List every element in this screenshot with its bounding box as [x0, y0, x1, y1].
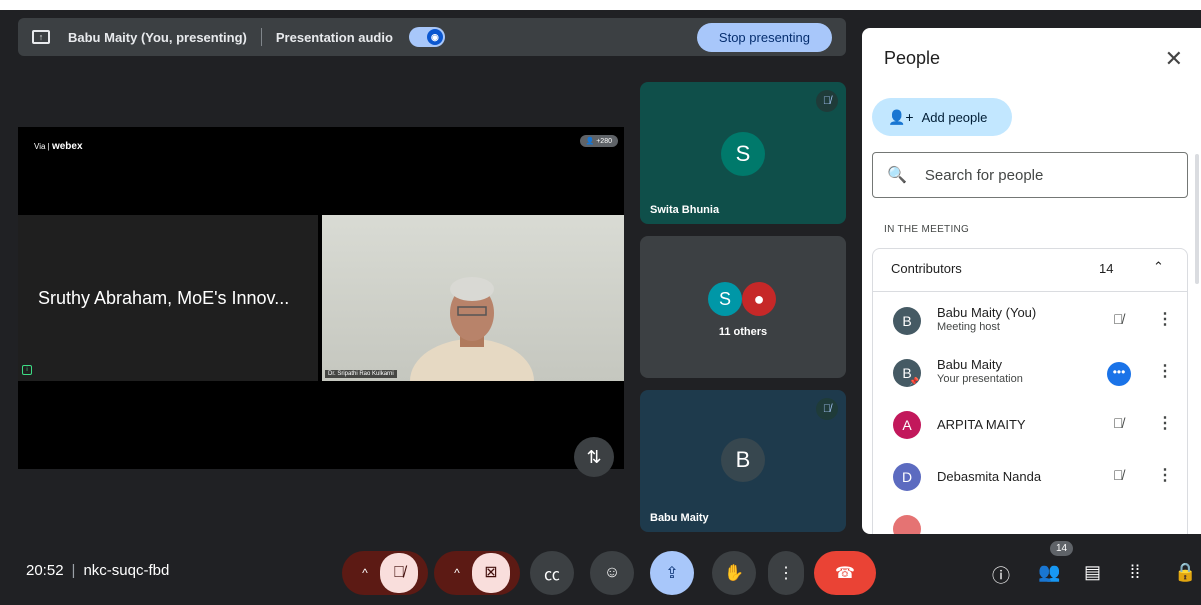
- meeting-info: 20:52 | nkc-suqc-fbd: [26, 562, 170, 579]
- muted-mic-icon: 🎙̸: [816, 90, 838, 112]
- meeting-code: nkc-suqc-fbd: [83, 562, 170, 579]
- status-icon: i: [22, 365, 32, 375]
- camera-control[interactable]: ^ ⊠: [434, 551, 520, 595]
- reactions-button[interactable]: ☺: [590, 551, 634, 595]
- captions-icon: ㏄: [543, 567, 560, 584]
- contributors-section: Contributors 14 ⌃ B Babu Maity (You) Mee…: [872, 248, 1188, 534]
- list-item[interactable]: B 📌 Babu Maity Your presentation ••• ⋮: [891, 353, 1181, 393]
- contributors-count: 14: [1099, 261, 1114, 276]
- others-tile[interactable]: S ● 11 others: [640, 236, 846, 378]
- list-item[interactable]: [891, 509, 1181, 534]
- emoji-icon: ☺: [603, 564, 621, 581]
- mic-off-icon[interactable]: 🎙̸: [380, 553, 418, 593]
- people-panel: People ✕ 👤+ Add people 🔍 Search for peop…: [862, 28, 1201, 534]
- leave-call-button[interactable]: ☎: [814, 551, 876, 595]
- contributors-label: Contributors: [891, 261, 962, 276]
- avatar: S: [708, 282, 742, 316]
- activities-icon[interactable]: ⁞⁞: [1130, 562, 1140, 583]
- person-name: Babu Maity: [937, 357, 1003, 372]
- collapse-chevron-icon[interactable]: ⌃: [1153, 259, 1164, 275]
- muted-mic-icon[interactable]: 🎙̸: [1113, 311, 1124, 327]
- pin-icon: 📌: [909, 377, 919, 386]
- present-button[interactable]: ⇪: [650, 551, 694, 595]
- chat-icon[interactable]: ▤: [1084, 562, 1101, 583]
- more-vertical-icon[interactable]: ⋮: [1157, 309, 1173, 329]
- search-people-input[interactable]: 🔍 Search for people: [872, 152, 1188, 198]
- avatar: B: [893, 307, 921, 335]
- participant-name: Babu Maity: [650, 512, 709, 524]
- shared-screen[interactable]: Via | webex 👤 +280 Sruthy Abraham, MoE's…: [18, 127, 624, 469]
- panel-title: People: [884, 48, 941, 68]
- people-count-badge: 14: [1050, 541, 1074, 556]
- camera-options-chevron-icon[interactable]: ^: [442, 566, 472, 580]
- speaker-name-label: Dr. Sripathi Rao Kulkarni: [325, 370, 397, 378]
- host-controls-icon[interactable]: 🔒: [1174, 562, 1196, 583]
- divider: [260, 28, 262, 46]
- more-vertical-icon: ⋮: [778, 565, 794, 582]
- more-options-button[interactable]: ⋮: [768, 551, 804, 595]
- people-icon[interactable]: 👥: [1038, 562, 1060, 583]
- stop-presenting-button[interactable]: Stop presenting: [696, 22, 832, 52]
- list-item[interactable]: D Debasmita Nanda 🎙̸ ⋮: [891, 457, 1181, 497]
- avatar: B: [721, 438, 765, 482]
- person-name: ARPITA MAITY: [937, 417, 1026, 432]
- muted-mic-icon[interactable]: 🎙̸: [1113, 467, 1124, 483]
- others-count: 11 others: [718, 326, 768, 338]
- presentation-audio-label: Presentation audio: [275, 29, 393, 45]
- divider: [873, 291, 1187, 292]
- list-item[interactable]: A ARPITA MAITY 🎙̸ ⋮: [891, 405, 1181, 445]
- present-screen-icon: ↑: [32, 30, 50, 44]
- muted-mic-icon[interactable]: 🎙̸: [1113, 415, 1124, 431]
- avatar: A: [893, 411, 921, 439]
- more-vertical-icon[interactable]: ⋮: [1157, 413, 1173, 433]
- presenting-label: Babu Maity (You, presenting): [68, 29, 247, 45]
- meeting-time: 20:52: [26, 562, 64, 579]
- mic-options-chevron-icon[interactable]: ^: [350, 566, 380, 580]
- participant-name: Swita Bhunia: [650, 204, 720, 216]
- webex-logo: Via | webex: [34, 141, 83, 152]
- avatar-photo: [893, 515, 921, 534]
- add-people-button[interactable]: 👤+ Add people: [872, 98, 1012, 136]
- person-name: Babu Maity (You): [937, 305, 1037, 320]
- presentation-audio-toggle[interactable]: ◉: [408, 27, 445, 47]
- shared-video-tile: Dr. Sripathi Rao Kulkarni: [322, 215, 624, 381]
- shared-name-tile: Sruthy Abraham, MoE's Innov... i: [18, 215, 318, 381]
- present-icon: ⇪: [665, 565, 679, 582]
- avatar: D: [893, 463, 921, 491]
- participant-tile[interactable]: 🎙̸ S Swita Bhunia: [640, 82, 846, 224]
- participant-count-badge: 👤 +280: [579, 135, 618, 147]
- search-placeholder: Search for people: [924, 166, 1044, 184]
- search-icon: 🔍: [887, 167, 907, 184]
- end-call-icon: ☎: [835, 565, 855, 582]
- more-vertical-icon[interactable]: ⋮: [1157, 465, 1173, 485]
- add-person-icon: 👤+: [888, 108, 914, 125]
- panel-scrollbar[interactable]: [1195, 154, 1199, 284]
- mic-control[interactable]: ^ 🎙̸: [342, 551, 428, 595]
- raise-hand-button[interactable]: ✋: [712, 551, 756, 595]
- avatar-photo: ●: [742, 282, 776, 316]
- captions-button[interactable]: ㏄: [530, 551, 574, 595]
- hand-icon: ✋: [724, 565, 744, 582]
- camera-off-icon[interactable]: ⊠: [472, 553, 510, 593]
- meeting-details-icon[interactable]: ⓘ: [992, 562, 1010, 588]
- audio-icon: ◉: [426, 29, 443, 45]
- person-role: Meeting host: [937, 321, 1000, 333]
- person-role: Your presentation: [937, 373, 1023, 385]
- avatar: S: [721, 132, 765, 176]
- more-vertical-icon[interactable]: ⋮: [1157, 361, 1173, 381]
- muted-mic-icon: 🎙̸: [816, 398, 838, 420]
- shared-name-text: Sruthy Abraham, MoE's Innov...: [38, 287, 290, 308]
- presenting-bar: ↑ Babu Maity (You, presenting) Presentat…: [18, 18, 846, 56]
- person-name: Debasmita Nanda: [937, 469, 1042, 484]
- section-label: IN THE MEETING: [884, 224, 970, 235]
- list-item[interactable]: B Babu Maity (You) Meeting host 🎙̸ ⋮: [891, 301, 1181, 341]
- participant-tile[interactable]: 🎙̸ B Babu Maity: [640, 390, 846, 532]
- speaker-video: [410, 277, 534, 381]
- close-icon[interactable]: ✕: [1165, 46, 1183, 72]
- activity-dots-icon: •••: [1107, 362, 1131, 386]
- swap-layout-button[interactable]: ⇅: [574, 437, 614, 477]
